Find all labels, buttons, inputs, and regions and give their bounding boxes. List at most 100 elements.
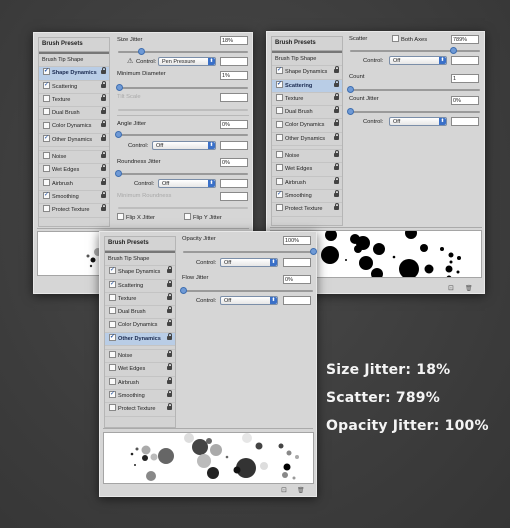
lock-icon[interactable] [167, 363, 172, 371]
checkbox[interactable]: ✓ [43, 81, 50, 89]
checkbox[interactable] [43, 152, 50, 160]
sidebar-item-protect-texture[interactable]: Protect Texture [105, 403, 175, 417]
checkbox[interactable]: ✓ [109, 267, 116, 275]
checkbox[interactable] [109, 351, 116, 359]
brush-presets-button[interactable]: Brush Presets [39, 38, 109, 52]
sidebar-item-texture[interactable]: Texture [272, 92, 342, 107]
checkbox[interactable] [43, 165, 50, 173]
sidebar-item-wet-edges[interactable]: Wet Edges [272, 163, 342, 177]
min-diameter-field[interactable]: 1% [220, 71, 248, 80]
sidebar-item-dual-brush[interactable]: Dual Brush [272, 106, 342, 120]
lock-icon[interactable] [334, 163, 339, 171]
lock-icon[interactable] [334, 189, 339, 197]
lock-icon[interactable] [167, 292, 172, 300]
sidebar-item-airbrush[interactable]: Airbrush [105, 376, 175, 390]
opacity-jitter-field[interactable]: 100% [283, 236, 311, 245]
control-select-count[interactable]: Off ⬍ [389, 117, 447, 126]
sidebar-item-texture[interactable]: Texture [39, 93, 109, 108]
trash-icon[interactable]: 🗑 [297, 488, 305, 494]
checkbox[interactable]: ✓ [276, 190, 283, 198]
lock-icon[interactable] [101, 133, 106, 141]
checkbox[interactable]: ✓ [276, 80, 283, 88]
sidebar-item-shape-dynamics[interactable]: ✓ Shape Dynamics [105, 266, 175, 280]
control-select-angle[interactable]: Off ⬍ [152, 141, 216, 150]
lock-icon[interactable] [167, 350, 172, 358]
flip-y-checkbox[interactable]: Flip Y Jitter [184, 213, 222, 221]
lock-icon[interactable] [334, 132, 339, 140]
sidebar-item-scattering[interactable]: ✓ Scattering [105, 279, 175, 293]
count-jitter-slider[interactable] [347, 108, 480, 115]
checkbox[interactable] [109, 293, 116, 301]
checkbox[interactable]: ✓ [43, 134, 50, 142]
control-extra-field[interactable] [451, 117, 479, 126]
lock-icon[interactable] [167, 389, 172, 397]
checkbox[interactable] [184, 213, 191, 220]
roundness-jitter-slider[interactable] [115, 170, 248, 177]
sidebar-item-scattering[interactable]: ✓ Scattering [272, 79, 342, 93]
control-extra-field[interactable] [283, 258, 311, 267]
control-select-scatter[interactable]: Off ⬍ [389, 56, 447, 65]
slider-thumb[interactable] [347, 108, 354, 115]
sidebar-item-brush-tip-shape[interactable]: Brush Tip Shape [39, 54, 109, 68]
trash-icon[interactable]: 🗑 [465, 286, 473, 292]
sidebar-item-brush-tip-shape[interactable]: Brush Tip Shape [272, 53, 342, 67]
sidebar-item-noise[interactable]: Noise [272, 149, 342, 164]
lock-icon[interactable] [334, 66, 339, 74]
sidebar-item-smoothing[interactable]: ✓ Smoothing [105, 389, 175, 404]
sidebar-item-dual-brush[interactable]: Dual Brush [39, 107, 109, 121]
checkbox[interactable] [276, 164, 283, 172]
sidebar-item-smoothing[interactable]: ✓ Smoothing [272, 189, 342, 204]
checkbox[interactable] [109, 377, 116, 385]
tilt-scale-field[interactable] [220, 93, 248, 102]
sidebar-item-shape-dynamics[interactable]: ✓ Shape Dynamics [272, 66, 342, 80]
lock-icon[interactable] [101, 164, 106, 172]
lock-icon[interactable] [167, 279, 172, 287]
lock-icon[interactable] [334, 119, 339, 127]
lock-icon[interactable] [101, 151, 106, 159]
lock-icon[interactable] [334, 106, 339, 114]
both-axes-checkbox[interactable]: Both Axes [392, 35, 427, 43]
checkbox[interactable]: ✓ [109, 390, 116, 398]
checkbox[interactable]: ✓ [109, 280, 116, 288]
control-select-size[interactable]: Pen Pressure ⬍ [158, 57, 216, 66]
flow-jitter-slider[interactable] [180, 287, 313, 294]
count-field[interactable]: 1 [451, 74, 479, 83]
lock-icon[interactable] [334, 79, 339, 87]
lock-icon[interactable] [334, 92, 339, 100]
lock-icon[interactable] [334, 176, 339, 184]
control-extra-field[interactable] [220, 179, 248, 188]
sidebar-item-airbrush[interactable]: Airbrush [272, 176, 342, 190]
lock-icon[interactable] [101, 80, 106, 88]
sidebar-item-color-dynamics[interactable]: Color Dynamics [105, 319, 175, 333]
opacity-jitter-slider[interactable] [183, 248, 317, 255]
checkbox[interactable]: ✓ [109, 333, 116, 341]
lock-icon[interactable] [101, 67, 106, 75]
sidebar-item-protect-texture[interactable]: Protect Texture [272, 203, 342, 217]
checkbox[interactable] [109, 404, 116, 412]
sidebar-item-other-dynamics[interactable]: ✓ Other Dynamics [105, 332, 175, 347]
min-roundness-field[interactable] [220, 192, 248, 201]
checkbox[interactable] [276, 107, 283, 115]
sidebar-item-shape-dynamics[interactable]: ✓ Shape Dynamics [39, 67, 109, 81]
slider-thumb[interactable] [347, 86, 354, 93]
lock-icon[interactable] [167, 332, 172, 340]
control-select-opacity[interactable]: Off ⬍ [220, 258, 278, 267]
sidebar-item-brush-tip-shape[interactable]: Brush Tip Shape [105, 253, 175, 267]
new-preset-icon[interactable]: ⊡ [448, 285, 454, 292]
checkbox[interactable] [276, 151, 283, 159]
lock-icon[interactable] [101, 107, 106, 115]
checkbox[interactable] [276, 204, 283, 212]
lock-icon[interactable] [167, 319, 172, 327]
checkbox[interactable] [276, 120, 283, 128]
checkbox[interactable]: ✓ [43, 68, 50, 76]
checkbox[interactable] [43, 108, 50, 116]
lock-icon[interactable] [101, 204, 106, 212]
sidebar-item-dual-brush[interactable]: Dual Brush [105, 306, 175, 320]
checkbox[interactable] [276, 93, 283, 101]
sidebar-item-airbrush[interactable]: Airbrush [39, 177, 109, 191]
sidebar-item-wet-edges[interactable]: Wet Edges [39, 164, 109, 178]
scatter-slider[interactable] [350, 47, 480, 54]
slider-thumb[interactable] [138, 48, 146, 55]
checkbox[interactable]: ✓ [43, 191, 50, 199]
sidebar-item-smoothing[interactable]: ✓ Smoothing [39, 190, 109, 205]
